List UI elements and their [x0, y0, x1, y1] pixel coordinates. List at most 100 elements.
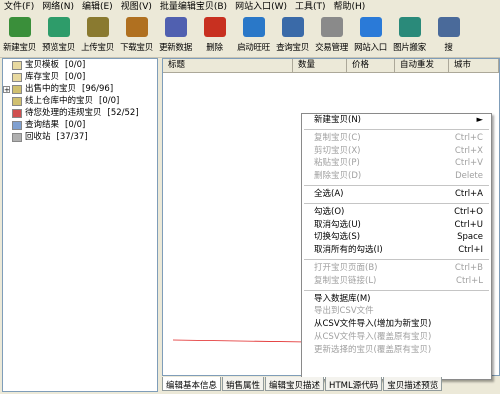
tree-item[interactable]: 查询结果 [0/0] [3, 119, 157, 131]
tree-item-count: [96/96] [82, 84, 114, 94]
context-menu-item-shortcut: Ctrl+C [454, 132, 483, 143]
context-menu-item[interactable]: 切换勾选(S) Space [302, 231, 491, 244]
editor-tabs: 编辑基本信息 销售属性 编辑宝贝描述 HTML源代码 宝贝描述预览 [162, 377, 500, 394]
menu-separator [304, 258, 489, 260]
context-menu-item-shortcut: Ctrl+I [458, 245, 483, 256]
upload-icon [86, 17, 109, 37]
tree-item-label: 宝贝模板 [25, 60, 60, 70]
toolbar-button-label: 更新数据 [159, 43, 192, 53]
toolbar-button-3[interactable]: 下载宝贝 [117, 14, 156, 57]
tree-item[interactable]: 回收站 [37/37] [3, 131, 157, 143]
toolbar-button-10[interactable]: 图片搬家 [390, 14, 429, 57]
search-icon [437, 17, 460, 37]
toolbar-button-8[interactable]: 交易管理 [312, 14, 351, 57]
context-menu-item-shortcut: ► [476, 115, 483, 125]
tree-item[interactable]: + 出售中的宝贝 [96/96] [3, 83, 157, 95]
context-menu-item-label: 切换勾选(S) [314, 232, 361, 243]
tree-item-label: 回收站 [25, 132, 51, 142]
menu-item-5[interactable]: 网站入口(W) [231, 0, 291, 14]
folder-icon [12, 84, 22, 94]
toolbar-button-9[interactable]: 网站入口 [351, 14, 390, 57]
toolbar-button-5[interactable]: 删除 [195, 14, 234, 57]
tree-item[interactable]: 线上仓库中的宝贝 [0/0] [3, 95, 157, 107]
toolbar-button-4[interactable]: 更新数据 [156, 14, 195, 57]
column-header[interactable]: 城市 [449, 59, 499, 72]
menu-item-6[interactable]: 工具(T) [291, 0, 330, 14]
toolbar-button-label: 网站入口 [354, 43, 387, 53]
tree-item-count: [0/0] [65, 60, 86, 70]
toolbar-button-1[interactable]: 预览宝贝 [39, 14, 78, 57]
toolbar-button-label: 下载宝贝 [120, 43, 153, 53]
menu-item-0[interactable]: 文件(F) [0, 0, 38, 14]
menu-item-2[interactable]: 编辑(E) [78, 0, 117, 14]
toolbar-button-label: 查询宝贝 [276, 43, 309, 53]
menu-separator [304, 184, 489, 186]
toolbar-button-6[interactable]: 启动旺旺 [234, 14, 273, 57]
toolbar-button-11[interactable]: 搜 [429, 14, 468, 57]
trade-manage-icon [320, 17, 343, 37]
toolbar-button-0[interactable]: 新建宝贝 [0, 14, 39, 57]
menu-item-3[interactable]: 视图(V) [117, 0, 156, 14]
context-menu-item-shortcut: Ctrl+O [454, 206, 483, 217]
menu-item-7[interactable]: 帮助(H) [330, 0, 370, 14]
context-menu-item-label: 复制宝贝链接(L) [314, 275, 377, 286]
menu-separator [304, 128, 489, 130]
toolbar-button-label: 图片搬家 [393, 43, 426, 53]
expand-icon[interactable]: + [3, 85, 10, 93]
context-menu-item-shortcut: Ctrl+B [454, 262, 483, 273]
context-menu-item[interactable]: 勾选(O) Ctrl+O [302, 206, 491, 219]
context-menu-item-shortcut: Ctrl+X [454, 145, 483, 156]
tree-item-label: 线上仓库中的宝贝 [25, 96, 94, 106]
context-menu-item[interactable]: 新建宝贝(N) ► [302, 114, 491, 127]
grid-header: 标题 数量 价格 自动重发 城市 [163, 59, 499, 73]
download-icon [125, 17, 148, 37]
context-menu-item-label: 从CSV文件导入(覆盖原有宝贝) [314, 331, 432, 342]
context-menu-item[interactable]: 取消勾选(U) Ctrl+U [302, 219, 491, 232]
context-menu-item[interactable]: 全选(A) Ctrl+A [302, 188, 491, 201]
column-header[interactable]: 价格 [347, 59, 395, 72]
toolbar-button-label: 删除 [206, 43, 223, 53]
tree-item[interactable]: 库存宝贝 [0/0] [3, 71, 157, 83]
tab-0[interactable]: 编辑基本信息 [162, 377, 222, 391]
menu-item-1[interactable]: 网络(N) [38, 0, 78, 14]
context-menu-item[interactable]: 取消所有的勾选(I) Ctrl+I [302, 244, 491, 257]
context-menu-item-shortcut: Ctrl+U [454, 219, 483, 230]
context-menu-item-label: 更新选择的宝贝(覆盖原有宝贝) [314, 344, 432, 355]
context-menu-item-shortcut: Delete [455, 171, 483, 182]
context-menu-item[interactable]: 从CSV文件导入(增加为新宝贝) [302, 318, 491, 331]
tab-4[interactable]: 宝贝描述预览 [383, 377, 443, 391]
context-menu-item[interactable]: 导入数据库(M) [302, 293, 491, 306]
context-menu-item-shortcut: Ctrl+A [454, 188, 483, 199]
tree-item[interactable]: 待您处理的违规宝贝 [52/52] [3, 107, 157, 119]
context-menu-item: 从CSV文件导入(覆盖原有宝贝) [302, 331, 491, 344]
context-menu-item: 剪切宝贝(X) Ctrl+X [302, 145, 491, 158]
tab-1[interactable]: 销售属性 [222, 377, 265, 391]
context-menu-item-label: 删除宝贝(D) [314, 171, 362, 182]
tab-2[interactable]: 编辑宝贝描述 [265, 377, 325, 391]
folder-icon [12, 108, 22, 118]
delete-icon [203, 17, 226, 37]
wangwang-icon [242, 17, 265, 37]
toolbar-button-7[interactable]: 查询宝贝 [273, 14, 312, 57]
toolbar-button-label: 预览宝贝 [42, 43, 75, 53]
context-menu-item: 粘贴宝贝(P) Ctrl+V [302, 157, 491, 170]
tree-item[interactable]: 宝贝模板 [0/0] [3, 59, 157, 71]
tab-3[interactable]: HTML源代码 [325, 377, 383, 391]
toolbar-button-label: 启动旺旺 [237, 43, 270, 53]
column-header[interactable]: 自动重发 [395, 59, 449, 72]
preview-icon [47, 17, 70, 37]
context-menu-item-shortcut: Ctrl+V [454, 158, 483, 169]
folder-icon [12, 60, 22, 70]
menu-item-4[interactable]: 批量编辑宝贝(B) [156, 0, 231, 14]
column-header[interactable]: 数量 [293, 59, 347, 72]
tree-item-label: 出售中的宝贝 [25, 84, 77, 94]
tree-item-count: [0/0] [65, 72, 86, 82]
menu-separator [304, 202, 489, 204]
toolbar-button-label: 搜 [444, 43, 453, 53]
toolbar-button-label: 上传宝贝 [81, 43, 114, 53]
tree-item-label: 待您处理的违规宝贝 [25, 108, 102, 118]
column-header[interactable]: 标题 [163, 59, 293, 72]
toolbar-button-2[interactable]: 上传宝贝 [78, 14, 117, 57]
context-menu-item-label: 剪切宝贝(X) [314, 145, 361, 156]
tree-item-label: 库存宝贝 [25, 72, 60, 82]
